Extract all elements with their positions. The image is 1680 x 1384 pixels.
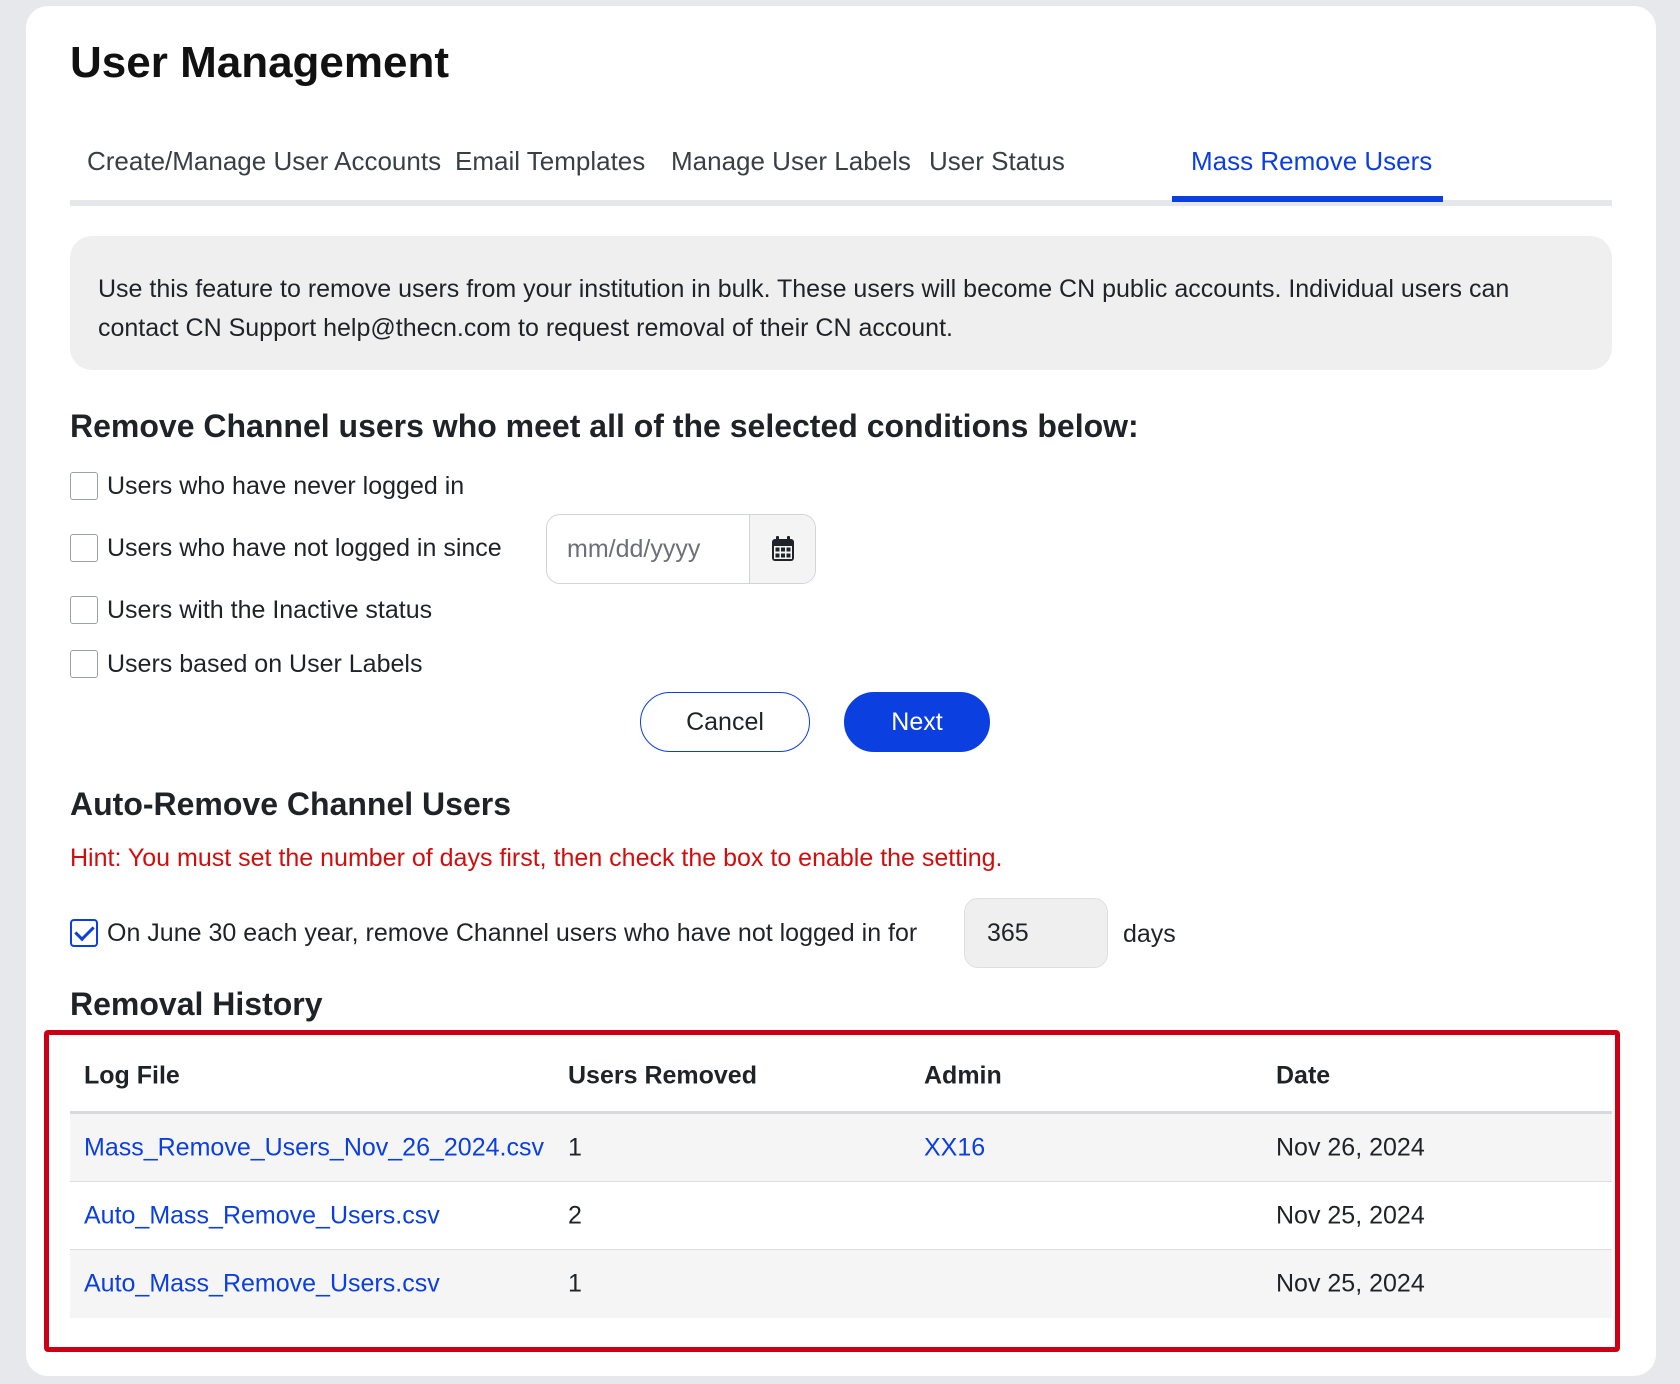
days-input[interactable] — [964, 898, 1108, 968]
column-header-log-file: Log File — [84, 1061, 180, 1089]
log-file-link[interactable]: Mass_Remove_Users_Nov_26_2024.csv — [84, 1133, 544, 1162]
active-tab-indicator — [1172, 196, 1443, 202]
condition-label: Users based on User Labels — [107, 649, 423, 678]
condition-user-labels[interactable]: Users based on User Labels — [70, 648, 422, 680]
date-picker — [546, 514, 816, 584]
auto-remove-label: On June 30 each year, remove Channel use… — [107, 918, 918, 947]
users-removed-cell: 1 — [568, 1133, 582, 1161]
tab-bar: Create/Manage User Accounts Email Templa… — [70, 130, 1612, 206]
date-input[interactable] — [547, 515, 749, 583]
calendar-button[interactable] — [749, 515, 815, 583]
cancel-button[interactable]: Cancel — [640, 692, 810, 752]
column-header-users-removed: Users Removed — [568, 1061, 757, 1089]
removal-history-table: Log File Users Removed Admin Date Mass_R… — [70, 1040, 1612, 1318]
users-removed-cell: 2 — [568, 1201, 582, 1229]
column-header-admin: Admin — [924, 1061, 1002, 1089]
tab-user-status[interactable]: User Status — [929, 146, 1065, 177]
log-file-link[interactable]: Auto_Mass_Remove_Users.csv — [84, 1270, 440, 1299]
days-suffix: days — [1123, 920, 1176, 948]
next-button[interactable]: Next — [844, 692, 990, 752]
condition-label: Users who have never logged in — [107, 471, 465, 500]
removal-history-heading: Removal History — [70, 986, 323, 1022]
not-logged-in-since-checkbox[interactable] — [70, 534, 98, 562]
auto-remove-checkbox[interactable] — [70, 919, 98, 947]
condition-inactive-status[interactable]: Users with the Inactive status — [70, 594, 432, 626]
info-box: Use this feature to remove users from yo… — [70, 236, 1612, 370]
admin-link[interactable]: XX16 — [924, 1133, 985, 1162]
page-title: User Management — [70, 38, 450, 87]
main-card: User Management Create/Manage User Accou… — [26, 6, 1656, 1376]
conditions-heading: Remove Channel users who meet all of the… — [70, 408, 1139, 444]
auto-remove-heading: Auto-Remove Channel Users — [70, 786, 511, 822]
condition-never-logged-in[interactable]: Users who have never logged in — [70, 470, 464, 502]
tab-manage-user-labels[interactable]: Manage User Labels — [671, 146, 911, 177]
tab-email-templates[interactable]: Email Templates — [455, 146, 645, 177]
column-header-date: Date — [1276, 1061, 1331, 1089]
table-row: Auto_Mass_Remove_Users.csv 2 Nov 25, 202… — [70, 1182, 1612, 1250]
date-cell: Nov 26, 2024 — [1276, 1133, 1425, 1161]
users-removed-cell: 1 — [568, 1269, 582, 1298]
auto-remove-setting[interactable]: On June 30 each year, remove Channel use… — [70, 917, 917, 949]
table-row: Mass_Remove_Users_Nov_26_2024.csv 1 XX16… — [70, 1114, 1612, 1182]
date-cell: Nov 25, 2024 — [1276, 1269, 1425, 1298]
never-logged-in-checkbox[interactable] — [70, 472, 98, 500]
date-cell: Nov 25, 2024 — [1276, 1201, 1425, 1229]
info-text: Use this feature to remove users from yo… — [98, 275, 1510, 342]
inactive-status-checkbox[interactable] — [70, 596, 98, 624]
hint-text: Hint: You must set the number of days fi… — [70, 844, 1003, 872]
table-header: Log File Users Removed Admin Date — [70, 1040, 1612, 1114]
user-labels-checkbox[interactable] — [70, 650, 98, 678]
tab-create-manage-accounts[interactable]: Create/Manage User Accounts — [87, 146, 441, 177]
calendar-icon — [771, 536, 794, 561]
condition-label: Users with the Inactive status — [107, 595, 433, 624]
table-row: Auto_Mass_Remove_Users.csv 1 Nov 25, 202… — [70, 1250, 1612, 1318]
condition-not-logged-in-since[interactable]: Users who have not logged in since — [70, 532, 502, 564]
log-file-link[interactable]: Auto_Mass_Remove_Users.csv — [84, 1201, 440, 1230]
condition-label: Users who have not logged in since — [107, 533, 502, 562]
tab-mass-remove-users[interactable]: Mass Remove Users — [1191, 146, 1432, 177]
